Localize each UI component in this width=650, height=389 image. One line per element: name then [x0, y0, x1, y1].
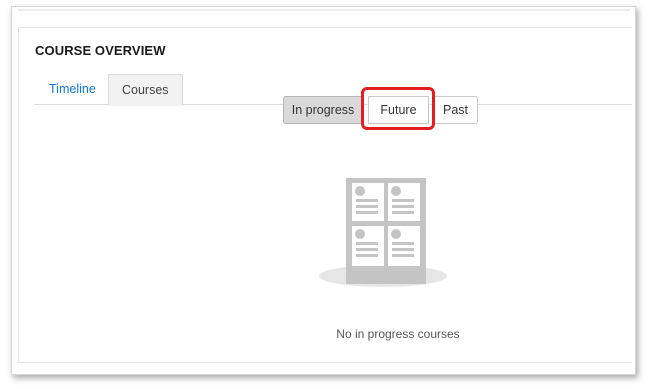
future-button[interactable]: Future — [368, 96, 429, 124]
tab-timeline[interactable]: Timeline — [36, 74, 109, 105]
empty-state-message: No in progress courses — [336, 327, 460, 341]
page-top-edge — [18, 9, 630, 11]
past-button[interactable]: Past — [434, 96, 478, 124]
block-title: COURSE OVERVIEW — [35, 43, 166, 58]
courses-placeholder-icon — [316, 178, 466, 298]
tab-courses[interactable]: Courses — [108, 74, 183, 106]
in-progress-button[interactable]: In progress — [283, 96, 363, 124]
